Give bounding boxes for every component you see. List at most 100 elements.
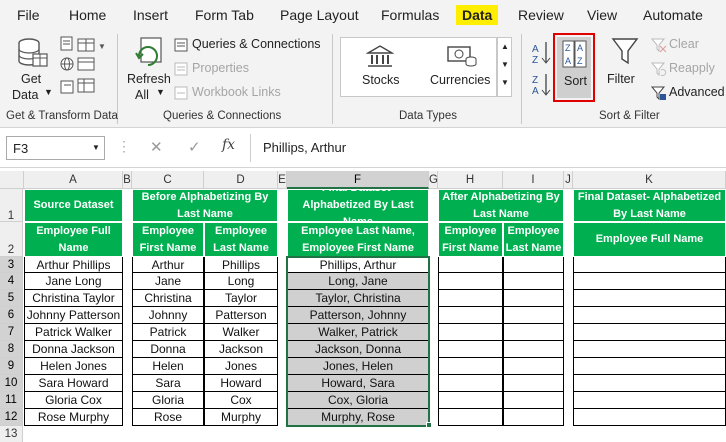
row-header-13[interactable]: 13 (0, 426, 23, 442)
cell-c-row-9[interactable]: Helen (132, 358, 204, 375)
cell-h-row-11[interactable] (438, 392, 503, 409)
cell-h-row-9[interactable] (438, 358, 503, 375)
cell-f-row-4[interactable]: Long, Jane (287, 273, 429, 290)
cell-d-row-5[interactable]: Taylor (204, 290, 278, 307)
cell-i-row-3[interactable] (503, 257, 564, 273)
cell-i-row-9[interactable] (503, 358, 564, 375)
cell-k-row-7[interactable] (573, 324, 726, 341)
cell-h-row-5[interactable] (438, 290, 503, 307)
cell-c-row-4[interactable]: Jane (132, 273, 204, 290)
cell-a-row-10[interactable]: Sara Howard (24, 375, 123, 392)
cell-c-row-11[interactable]: Gloria (132, 392, 204, 409)
advanced-button[interactable]: Advanced (669, 85, 725, 99)
cell-k-row-11[interactable] (573, 392, 726, 409)
cell-i-row-11[interactable] (503, 392, 564, 409)
get-transform-small-icons[interactable]: ▼ (60, 34, 110, 102)
cell-a-row-8[interactable]: Donna Jackson (24, 341, 123, 358)
tab-insert[interactable]: Insert (133, 7, 168, 23)
cell-i-row-7[interactable] (503, 324, 564, 341)
cell-a-row-4[interactable]: Jane Long (24, 273, 123, 290)
cell-k-row-5[interactable] (573, 290, 726, 307)
row-header-8[interactable]: 8 (0, 341, 23, 358)
cell-c-row-7[interactable]: Patrick (132, 324, 204, 341)
tab-formulas[interactable]: Formulas (381, 7, 439, 23)
cell-d-row-11[interactable]: Cox (204, 392, 278, 409)
column-header-f[interactable]: F (287, 171, 429, 189)
cell-a-row-5[interactable]: Christina Taylor (24, 290, 123, 307)
column-header-e[interactable]: E (278, 171, 287, 189)
column-header-a[interactable]: A (24, 171, 123, 189)
cell-k-row-4[interactable] (573, 273, 726, 290)
filter-button[interactable]: Filter (605, 34, 645, 102)
cell-a-row-7[interactable]: Patrick Walker (24, 324, 123, 341)
cell-a-row-3[interactable]: Arthur Phillips (24, 257, 123, 273)
column-header-i[interactable]: I (503, 171, 564, 189)
cell-c-row-3[interactable]: Arthur (132, 257, 204, 273)
data-types-scroll[interactable]: ▲ ▼ ▼ (497, 37, 512, 97)
cell-f-row-6[interactable]: Patterson, Johnny (287, 307, 429, 324)
fill-handle[interactable] (426, 422, 432, 428)
cell-c-row-6[interactable]: Johnny (132, 307, 204, 324)
cell-c-row-10[interactable]: Sara (132, 375, 204, 392)
worksheet-grid[interactable]: A B C D E F G H I J K 1 2 3 4 5 6 7 8 9 … (0, 168, 726, 442)
cell-d-row-9[interactable]: Jones (204, 358, 278, 375)
row-header-11[interactable]: 11 (0, 392, 23, 409)
cell-f-row-3[interactable]: Phillips, Arthur (287, 257, 429, 273)
name-box[interactable]: F3 ▼ (6, 136, 105, 160)
cell-f-row-10[interactable]: Howard, Sara (287, 375, 429, 392)
cell-f-row-5[interactable]: Taylor, Christina (287, 290, 429, 307)
enter-icon[interactable]: ✓ (188, 138, 201, 156)
cell-h-row-10[interactable] (438, 375, 503, 392)
workbook-links-button[interactable]: Workbook Links (192, 85, 281, 99)
cell-i-row-12[interactable] (503, 409, 564, 426)
cell-h-row-12[interactable] (438, 409, 503, 426)
column-header-d[interactable]: D (204, 171, 278, 189)
stocks-button[interactable]: Stocks (352, 42, 408, 94)
cell-c-row-8[interactable]: Donna (132, 341, 204, 358)
tab-automate[interactable]: Automate (643, 7, 703, 23)
cell-a-row-9[interactable]: Helen Jones (24, 358, 123, 375)
column-header-j[interactable]: J (564, 171, 573, 189)
row-header-10[interactable]: 10 (0, 375, 23, 392)
cell-f-row-8[interactable]: Jackson, Donna (287, 341, 429, 358)
cell-k-row-12[interactable] (573, 409, 726, 426)
cell-d-row-4[interactable]: Long (204, 273, 278, 290)
cell-d-row-12[interactable]: Murphy (204, 409, 278, 426)
tab-form-tab[interactable]: Form Tab (195, 7, 254, 23)
tab-page-layout[interactable]: Page Layout (280, 7, 359, 23)
cell-k-row-10[interactable] (573, 375, 726, 392)
select-all-corner[interactable] (0, 171, 24, 189)
cell-d-row-10[interactable]: Howard (204, 375, 278, 392)
cell-i-row-8[interactable] (503, 341, 564, 358)
cell-h-row-3[interactable] (438, 257, 503, 273)
cancel-icon[interactable]: ✕ (150, 138, 163, 156)
cell-h-row-4[interactable] (438, 273, 503, 290)
sort-button[interactable]: Z A A Z Sort (553, 33, 595, 102)
cell-k-row-8[interactable] (573, 341, 726, 358)
cell-i-row-6[interactable] (503, 307, 564, 324)
clear-button[interactable]: Clear (669, 37, 699, 51)
refresh-all-button[interactable]: Refresh All ▼ (123, 34, 171, 104)
cell-f-row-11[interactable]: Cox, Gloria (287, 392, 429, 409)
cell-c-row-5[interactable]: Christina (132, 290, 204, 307)
cell-i-row-5[interactable] (503, 290, 564, 307)
cell-k-row-3[interactable] (573, 257, 726, 273)
tab-review[interactable]: Review (518, 7, 564, 23)
currencies-button[interactable]: Currencies (426, 42, 492, 94)
row-header-6[interactable]: 6 (0, 307, 23, 324)
row-header-2[interactable]: 2 (0, 222, 23, 257)
column-header-h[interactable]: H (438, 171, 503, 189)
cell-d-row-8[interactable]: Jackson (204, 341, 278, 358)
row-header-1[interactable]: 1 (0, 189, 23, 222)
row-header-4[interactable]: 4 (0, 273, 23, 290)
cell-c-row-12[interactable]: Rose (132, 409, 204, 426)
cell-f-row-12[interactable]: Murphy, Rose (287, 409, 429, 426)
column-header-b[interactable]: B (123, 171, 132, 189)
cell-h-row-8[interactable] (438, 341, 503, 358)
row-header-5[interactable]: 5 (0, 290, 23, 307)
cell-d-row-6[interactable]: Patterson (204, 307, 278, 324)
get-data-button[interactable]: Get Data ▼ (8, 34, 58, 104)
cell-d-row-3[interactable]: Phillips (204, 257, 278, 273)
cell-k-row-6[interactable] (573, 307, 726, 324)
row-header-7[interactable]: 7 (0, 324, 23, 341)
